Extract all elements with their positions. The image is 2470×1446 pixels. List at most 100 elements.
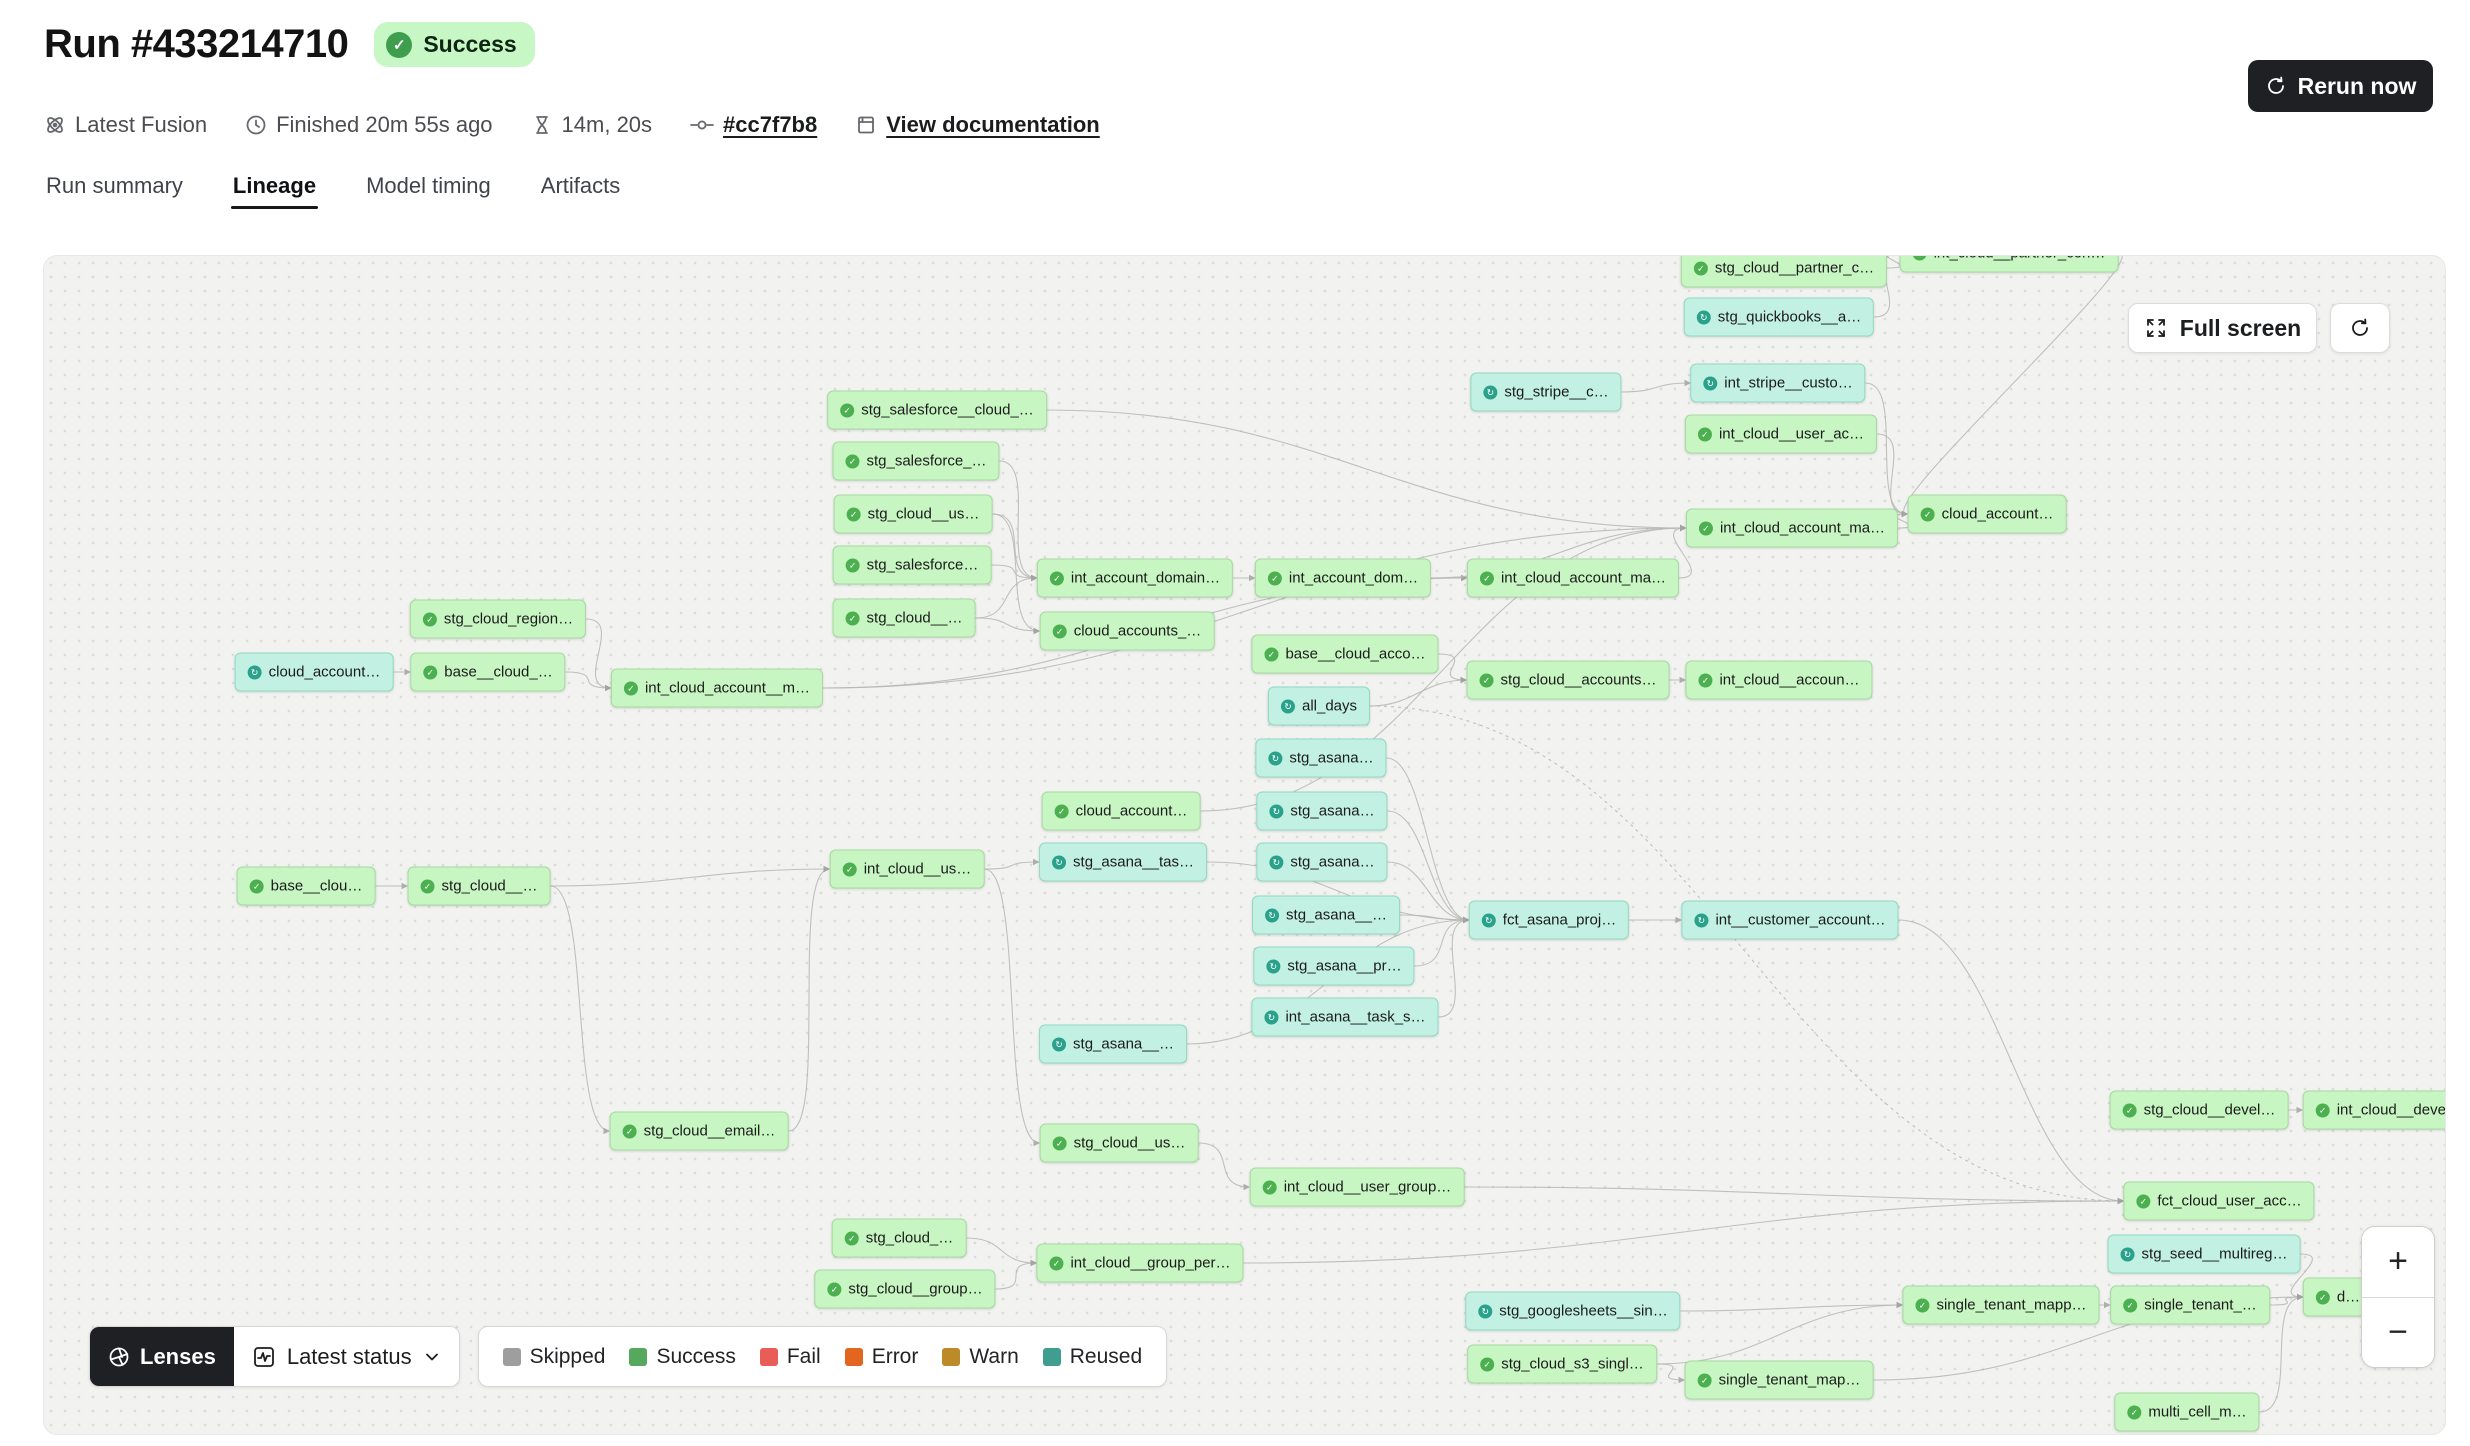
node-label: int_cloud__user_group… bbox=[1284, 1179, 1452, 1196]
lineage-node[interactable]: ↻fct_asana_proj… bbox=[1469, 901, 1629, 940]
node-label: stg_cloud__email… bbox=[644, 1123, 776, 1140]
lineage-node[interactable]: ✓int_cloud__us… bbox=[830, 850, 985, 889]
node-label: single_tenant_mapp… bbox=[1936, 1297, 2086, 1314]
lineage-node[interactable]: ✓int_cloud__user_ac… bbox=[1685, 415, 1877, 454]
meta-item: Finished 20m 55s ago bbox=[245, 112, 492, 138]
title-row: Run #433214710 ✓ Success bbox=[44, 22, 535, 67]
lineage-node[interactable]: ✓single_tenant_map… bbox=[1685, 1361, 1874, 1400]
success-dot-icon: ✓ bbox=[846, 611, 860, 625]
reused-dot-icon: ↻ bbox=[1483, 385, 1497, 399]
node-label: stg_cloud__… bbox=[442, 878, 538, 895]
lineage-node[interactable]: ↻stg_asana… bbox=[1256, 843, 1387, 882]
lineage-node[interactable]: ↻all_days bbox=[1268, 687, 1370, 726]
lineage-node[interactable]: ✓single_tenant_… bbox=[2110, 1286, 2270, 1325]
lens-selector[interactable]: Latest status bbox=[234, 1327, 459, 1386]
lineage-canvas[interactable]: ✓stg_salesforce__cloud_…✓stg_salesforce_… bbox=[43, 255, 2446, 1435]
lineage-node[interactable]: ↻cloud_account… bbox=[235, 653, 394, 692]
lineage-node[interactable]: ✓stg_cloud__us… bbox=[834, 495, 993, 534]
lineage-node[interactable]: ✓base__clou… bbox=[237, 867, 376, 906]
lineage-node[interactable]: ✓stg_cloud_s3_singl… bbox=[1467, 1345, 1657, 1384]
tab-model-timing[interactable]: Model timing bbox=[364, 171, 493, 209]
lineage-node[interactable]: ✓int_cloud_account_ma… bbox=[1686, 509, 1898, 548]
lineage-node[interactable]: ✓int_cloud__devel… bbox=[2303, 1091, 2446, 1130]
lineage-node[interactable]: ✓int_account_dom… bbox=[1255, 559, 1431, 598]
full-screen-button[interactable]: Full screen bbox=[2128, 303, 2317, 353]
lineage-node[interactable]: ✓int_cloud_account__m… bbox=[611, 669, 823, 708]
node-label: int_cloud_account_ma… bbox=[1720, 520, 1885, 537]
node-label: stg_asana… bbox=[1289, 750, 1373, 767]
zoom-in-button[interactable]: + bbox=[2362, 1227, 2434, 1298]
lineage-node[interactable]: ✓int_cloud__group_per… bbox=[1036, 1244, 1243, 1283]
lineage-node[interactable]: ✓stg_cloud__accounts… bbox=[1467, 661, 1670, 700]
lineage-node[interactable]: ✓int_cloud__accoun… bbox=[1685, 661, 1872, 700]
lineage-node[interactable]: ✓ stg_cloud__… bbox=[833, 599, 976, 638]
lineage-node[interactable]: ✓stg_cloud_… bbox=[832, 1219, 967, 1258]
rerun-now-button[interactable]: Rerun now bbox=[2248, 60, 2433, 112]
node-label: int_stripe__custo… bbox=[1724, 375, 1852, 392]
success-dot-icon: ✓ bbox=[423, 612, 437, 626]
zoom-control: + − bbox=[2361, 1226, 2435, 1368]
legend-item-fail: Fail bbox=[760, 1345, 821, 1369]
success-dot-icon: ✓ bbox=[843, 862, 857, 876]
node-label: stg_salesforce__cloud_… bbox=[861, 402, 1034, 419]
legend-item-skipped: Skipped bbox=[503, 1345, 606, 1369]
lineage-node[interactable]: ✓stg_salesforce… bbox=[833, 546, 992, 585]
lineage-node[interactable]: ✓single_tenant_mapp… bbox=[1902, 1286, 2099, 1325]
meta-link[interactable]: View documentation bbox=[855, 112, 1100, 138]
lineage-node[interactable]: ✓stg_cloud_region… bbox=[410, 600, 586, 639]
lineage-node[interactable]: ✓base__cloud_acco… bbox=[1251, 635, 1438, 674]
success-dot-icon: ✓ bbox=[1055, 804, 1069, 818]
lineage-node[interactable]: ↻ stg_stripe__c… bbox=[1470, 373, 1621, 412]
tab-lineage[interactable]: Lineage bbox=[231, 171, 318, 209]
lineage-node[interactable]: ✓base__cloud_… bbox=[410, 653, 565, 692]
node-label: stg_stripe__c… bbox=[1504, 384, 1608, 401]
success-dot-icon: ✓ bbox=[1050, 571, 1064, 585]
run-meta-row: Latest FusionFinished 20m 55s ago14m, 20… bbox=[44, 112, 1100, 138]
meta-link[interactable]: #cc7f7b8 bbox=[690, 112, 817, 138]
lineage-node[interactable]: ✓stg_cloud__email… bbox=[610, 1112, 789, 1151]
lineage-node[interactable]: ✓cloud_account… bbox=[1908, 495, 2067, 534]
lineage-node[interactable]: ↻stg_asana__… bbox=[1252, 896, 1400, 935]
lineage-node[interactable]: ✓multi_cell_m… bbox=[2114, 1393, 2259, 1432]
lineage-node[interactable]: ✓cloud_accounts_… bbox=[1040, 612, 1215, 651]
success-dot-icon: ✓ bbox=[1049, 1256, 1063, 1270]
lineage-node[interactable]: ↻stg_googlesheets__sin… bbox=[1465, 1292, 1680, 1331]
lineage-node[interactable]: ✓stg_salesforce__cloud_… bbox=[827, 391, 1047, 430]
lineage-node[interactable]: ✓int_account_domain… bbox=[1037, 559, 1233, 598]
lineage-node[interactable]: ✓fct_cloud_user_acc… bbox=[2123, 1182, 2314, 1221]
zoom-out-button[interactable]: − bbox=[2362, 1298, 2434, 1368]
lineage-node[interactable]: ↻int__customer_account… bbox=[1681, 901, 1898, 940]
tab-run-summary[interactable]: Run summary bbox=[44, 171, 185, 209]
node-label: stg_cloud__… bbox=[867, 610, 963, 627]
lineage-node[interactable]: ✓int_cloud_account_ma… bbox=[1467, 559, 1679, 598]
lineage-node[interactable]: ✓cloud_account… bbox=[1042, 792, 1201, 831]
lineage-node[interactable]: ↻int_asana__task_s… bbox=[1251, 998, 1438, 1037]
node-label: stg_asana__pr… bbox=[1287, 958, 1401, 975]
tab-artifacts[interactable]: Artifacts bbox=[539, 171, 622, 209]
check-icon: ✓ bbox=[386, 32, 412, 58]
refresh-graph-button[interactable] bbox=[2330, 303, 2390, 353]
lineage-node[interactable]: ✓int_cloud__user_group… bbox=[1250, 1168, 1465, 1207]
lineage-node[interactable]: ↻int_stripe__custo… bbox=[1690, 364, 1865, 403]
success-dot-icon: ✓ bbox=[1053, 624, 1067, 638]
lineage-node[interactable]: ↻stg_quickbooks__a… bbox=[1684, 298, 1874, 337]
lineage-node[interactable]: ✓int_cloud__partner_con… bbox=[1900, 255, 2119, 273]
lineage-node[interactable]: ✓stg_cloud__partner_c… bbox=[1681, 255, 1887, 288]
lineage-node[interactable]: ↻stg_asana… bbox=[1255, 739, 1386, 778]
success-dot-icon: ✓ bbox=[847, 507, 861, 521]
lineage-node[interactable]: ✓stg_cloud__us… bbox=[1040, 1124, 1199, 1163]
lineage-node[interactable]: ✓stg_cloud__… bbox=[408, 867, 551, 906]
success-dot-icon: ✓ bbox=[846, 558, 860, 572]
node-label: stg_cloud_s3_singl… bbox=[1501, 1356, 1644, 1373]
lineage-node[interactable]: ↻stg_asana__tas… bbox=[1039, 843, 1207, 882]
lineage-node[interactable]: ✓stg_cloud__group… bbox=[814, 1270, 995, 1309]
lenses-button[interactable]: Lenses bbox=[90, 1327, 234, 1386]
lineage-node[interactable]: ↻stg_asana… bbox=[1256, 792, 1387, 831]
lineage-node[interactable]: ↻stg_asana__… bbox=[1039, 1025, 1187, 1064]
lineage-node[interactable]: ✓stg_salesforce_… bbox=[832, 442, 999, 481]
lineage-node[interactable]: ↻stg_seed__multireg… bbox=[2108, 1235, 2301, 1274]
success-dot-icon: ✓ bbox=[1694, 261, 1708, 275]
success-dot-icon: ✓ bbox=[1698, 673, 1712, 687]
lineage-node[interactable]: ✓stg_cloud__devel… bbox=[2110, 1091, 2289, 1130]
lineage-node[interactable]: ↻stg_asana__pr… bbox=[1253, 947, 1414, 986]
